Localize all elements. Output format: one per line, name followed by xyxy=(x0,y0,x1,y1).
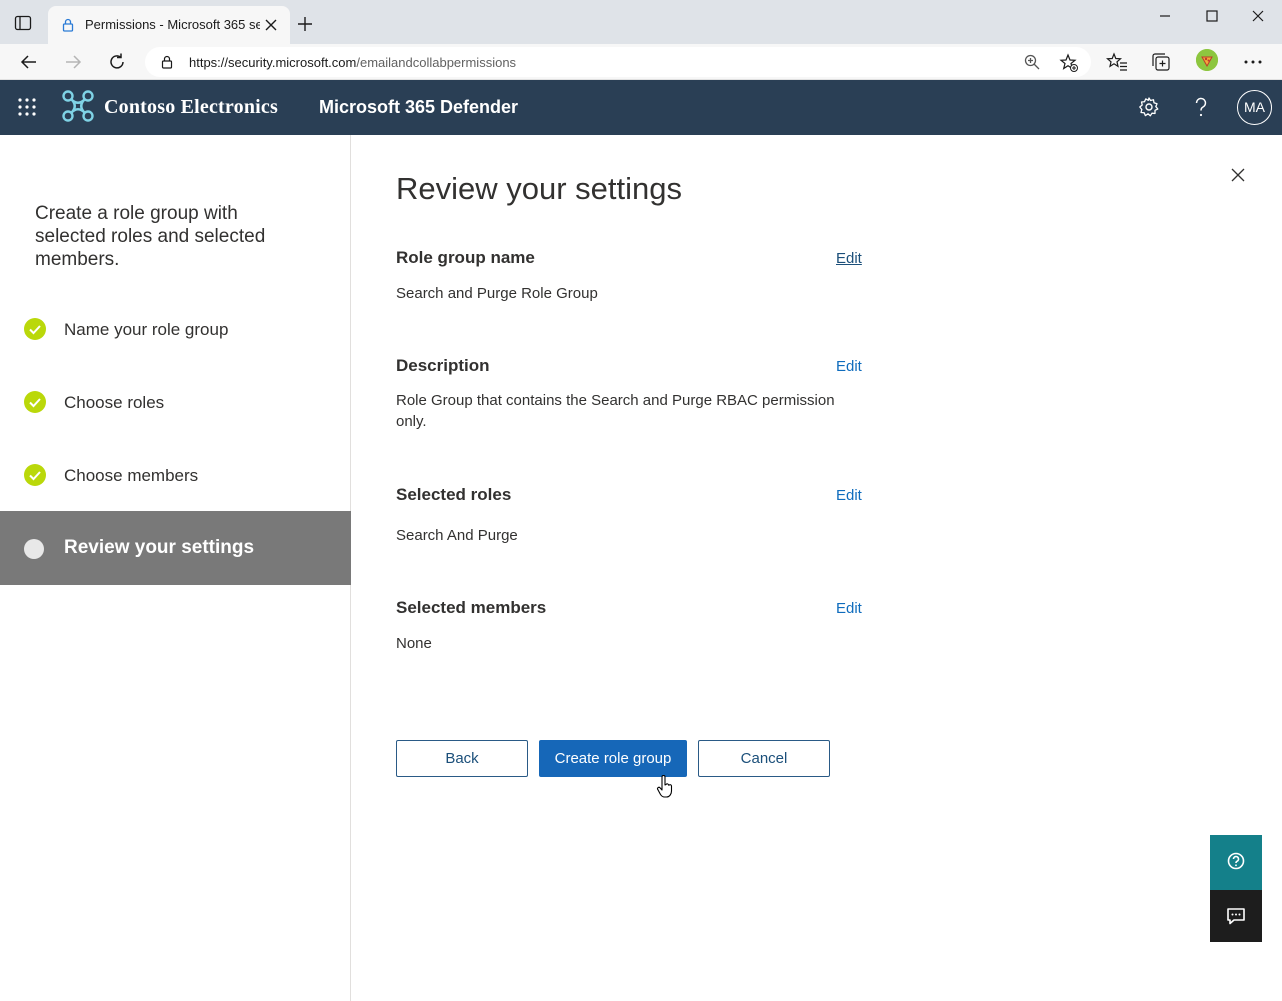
browser-titlebar: Permissions - Microsoft 365 secu xyxy=(0,0,1282,44)
user-avatar[interactable]: MA xyxy=(1237,90,1272,125)
contoso-logo-icon xyxy=(62,90,94,122)
feedback-chat-icon xyxy=(1227,908,1245,925)
section-title-description: Description xyxy=(396,356,490,375)
current-step-dot-icon xyxy=(24,539,44,559)
add-favorite-icon[interactable] xyxy=(1059,53,1079,73)
app-header: Contoso Electronics Microsoft 365 Defend… xyxy=(0,80,1282,135)
url-text[interactable]: https://security.microsoft.com/emailandc… xyxy=(189,55,516,70)
edit-selected-roles-link[interactable]: Edit xyxy=(836,487,862,504)
step-label: Review your settings xyxy=(64,537,255,558)
lock-icon xyxy=(62,18,74,32)
section-title-selected-roles: Selected roles xyxy=(396,485,512,504)
description-value: Role Group that contains the Search and … xyxy=(396,392,835,430)
profile-avatar-icon[interactable] xyxy=(1196,49,1218,71)
maximize-icon[interactable] xyxy=(1197,8,1227,24)
help-question-icon[interactable] xyxy=(1190,96,1212,118)
step-review-settings[interactable]: Review your settings xyxy=(0,511,351,585)
review-panel: Review your settings Role group name Edi… xyxy=(352,135,1282,1001)
step-label: Choose roles xyxy=(64,393,165,412)
section-title-role-group-name: Role group name xyxy=(396,248,535,267)
address-bar[interactable]: https://security.microsoft.com/emailandc… xyxy=(145,47,1091,77)
refresh-icon[interactable] xyxy=(107,52,127,72)
step-label: Choose members xyxy=(64,466,199,485)
check-circle-icon xyxy=(24,464,46,486)
favorites-icon[interactable] xyxy=(1106,51,1128,73)
help-button[interactable] xyxy=(1210,835,1262,890)
step-choose-roles[interactable]: Choose roles xyxy=(0,369,351,443)
app-launcher-icon[interactable] xyxy=(18,98,36,116)
minimize-icon[interactable] xyxy=(1150,8,1180,24)
settings-gear-icon[interactable] xyxy=(1138,96,1160,118)
zoom-icon[interactable] xyxy=(1023,53,1041,71)
brand-name[interactable]: Contoso Electronics xyxy=(104,96,278,119)
wizard-steps-panel: Create a role group with selected roles … xyxy=(0,135,351,1001)
edit-role-group-name-link[interactable]: Edit xyxy=(836,250,862,267)
step-name-role-group[interactable]: Name your role group xyxy=(0,296,351,370)
close-panel-icon[interactable] xyxy=(1230,167,1246,183)
step-label: Name your role group xyxy=(64,320,229,339)
lock-icon[interactable] xyxy=(161,55,173,69)
close-window-icon[interactable] xyxy=(1243,8,1273,24)
browser-tab[interactable]: Permissions - Microsoft 365 secu xyxy=(48,6,290,44)
edit-selected-members-link[interactable]: Edit xyxy=(836,600,862,617)
wizard-description: Create a role group with selected roles … xyxy=(35,203,266,270)
browser-toolbar: https://security.microsoft.com/emailandc… xyxy=(0,44,1282,80)
step-choose-members[interactable]: Choose members xyxy=(0,442,351,516)
new-tab-icon[interactable] xyxy=(296,15,314,33)
selected-members-value: None xyxy=(396,635,432,652)
close-tab-icon[interactable] xyxy=(264,18,278,32)
forward-arrow-icon xyxy=(66,55,82,69)
page-title: Review your settings xyxy=(396,171,683,206)
back-button[interactable]: Back xyxy=(396,740,528,777)
back-arrow-icon[interactable] xyxy=(19,52,39,72)
edit-description-link[interactable]: Edit xyxy=(836,358,862,375)
more-options-icon[interactable] xyxy=(1242,51,1264,73)
product-name[interactable]: Microsoft 365 Defender xyxy=(319,97,518,118)
section-title-selected-members: Selected members xyxy=(396,598,547,617)
feedback-button[interactable] xyxy=(1210,890,1262,942)
collections-icon[interactable] xyxy=(1150,51,1172,73)
hand-cursor-icon xyxy=(657,775,673,798)
role-group-name-value: Search and Purge Role Group xyxy=(396,285,598,302)
help-circle-icon xyxy=(1227,852,1245,870)
tab-title: Permissions - Microsoft 365 secu xyxy=(85,17,260,32)
tab-actions-icon[interactable] xyxy=(14,14,32,32)
check-circle-icon xyxy=(24,318,46,340)
check-circle-icon xyxy=(24,391,46,413)
create-role-group-button[interactable]: Create role group xyxy=(539,740,687,777)
cancel-button[interactable]: Cancel xyxy=(698,740,830,777)
selected-roles-value: Search And Purge xyxy=(396,527,518,544)
